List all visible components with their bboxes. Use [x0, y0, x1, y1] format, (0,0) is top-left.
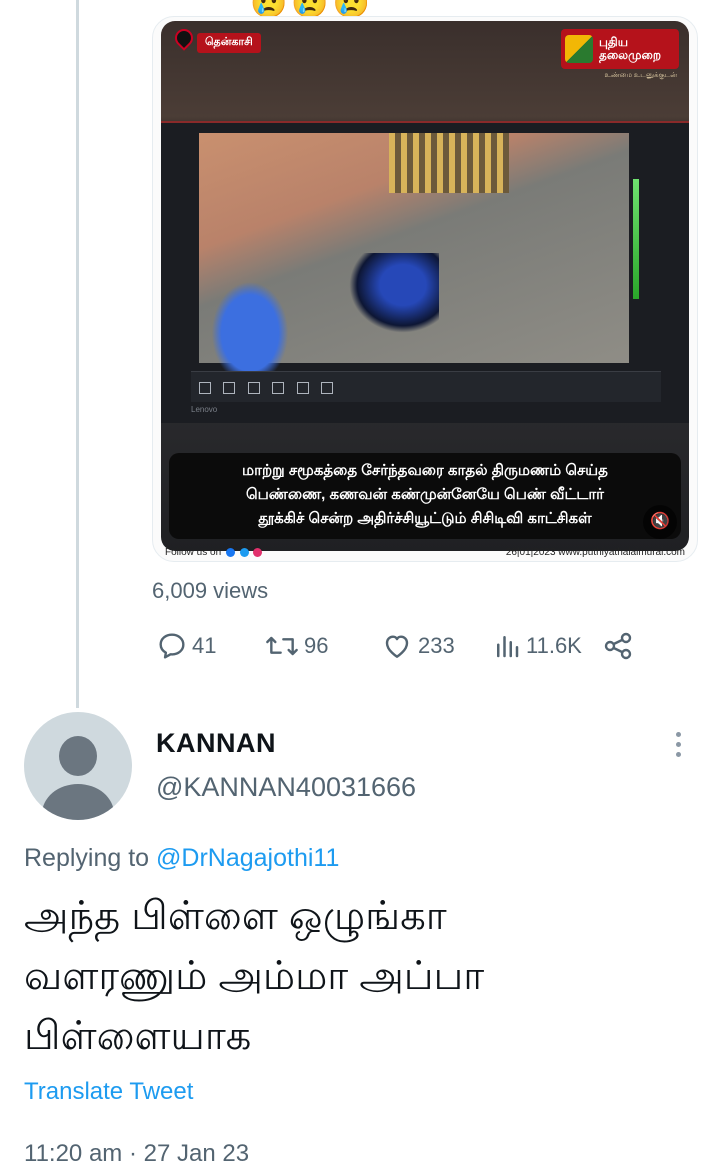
tweet-media-video[interactable]: தென்காசி புதிய தலைமுறை உண்மை உடனுக்குடன்: [152, 16, 698, 562]
replying-to: Replying to @DrNagajothi11: [24, 844, 339, 873]
channel-tagline: உண்மை உடனுக்குடன்: [604, 72, 677, 79]
channel-logo-text: புதிய தலைமுறை: [599, 36, 661, 62]
gate: [389, 133, 509, 193]
replying-prefix: Replying to: [24, 844, 157, 872]
more-icon: [676, 732, 681, 737]
ctl-icon: [272, 382, 285, 394]
thread-line: [76, 0, 79, 708]
retweet-count: 96: [304, 633, 329, 658]
twitter-icon: [239, 547, 249, 557]
motorbike: [349, 253, 439, 333]
analytics-button[interactable]: 11.6K: [492, 630, 582, 662]
more-icon: [676, 752, 681, 757]
caption-line: மாற்று சமூகத்தை சேர்ந்தவரை காதல் திருமணம…: [242, 462, 608, 479]
display-name[interactable]: KANNAN: [156, 728, 276, 759]
website-url: www.puthiyathalaimurai.com: [558, 547, 685, 558]
analytics-icon: [492, 630, 522, 662]
location-tag: தென்காசி: [197, 33, 261, 53]
retweet-icon: [264, 630, 300, 662]
reply-icon: [156, 630, 188, 662]
translate-tweet-link[interactable]: Translate Tweet: [24, 1078, 193, 1106]
cctv-controls: [191, 371, 661, 402]
tweet-text: அந்த பிள்ளை ஒழுங்கா வளரணும் அம்மா அப்பா …: [24, 886, 684, 1066]
caption-line: தூக்கிச் சென்ற அதிர்ச்சியூட்டும் சிசிடிவ…: [258, 510, 592, 527]
reply-count: 41: [192, 633, 217, 658]
tweet-timestamp[interactable]: 11:20 am · 27 Jan 23: [24, 1140, 249, 1168]
tweet-actions: 41 96 233 11.6K: [152, 630, 652, 666]
channel-logo: புதிய தலைமுறை: [561, 29, 679, 69]
reply-button[interactable]: 41: [156, 630, 216, 662]
facebook-icon: [225, 547, 235, 557]
person: [205, 273, 295, 373]
video-caption: மாற்று சமூகத்தை சேர்ந்தவரை காதல் திருமணம…: [169, 453, 681, 539]
mute-button[interactable]: 🔇: [643, 505, 677, 539]
channel-logo-mark: [565, 35, 593, 63]
more-options-button[interactable]: [676, 732, 684, 762]
replying-mention-link[interactable]: @DrNagajothi11: [156, 844, 339, 872]
ctl-icon: [321, 382, 334, 394]
follow-text-group: Follow us on: [165, 547, 263, 558]
avatar-head: [59, 736, 97, 776]
tweet-text-line: வளரணும் அம்மா அப்பா: [24, 954, 485, 998]
audio-meter: [633, 179, 639, 299]
footer-right: 26|01|2023 www.puthiyathalaimurai.com: [506, 547, 685, 558]
like-count: 233: [418, 633, 455, 658]
retweet-button[interactable]: 96: [264, 630, 328, 662]
location-pin-icon: [171, 25, 197, 51]
media-footer: Follow us on 26|01|2023 www.puthiyathala…: [165, 547, 685, 558]
more-icon: [676, 742, 681, 747]
analytics-count: 11.6K: [526, 633, 582, 658]
channel-name-line1: புதிய: [599, 35, 629, 49]
avatar-body: [42, 784, 114, 820]
ctl-icon: [296, 382, 309, 394]
ctl-icon: [223, 382, 236, 394]
like-button[interactable]: 233: [380, 630, 455, 662]
monitor-brand: Lenovo: [191, 405, 218, 414]
caption-line: பெண்ணை, கணவன் கண்முன்னேயே பெண் வீட்டார்: [245, 486, 605, 503]
user-handle[interactable]: @KANNAN40031666: [156, 772, 416, 803]
channel-name-line2: தலைமுறை: [599, 48, 661, 62]
ctl-icon: [199, 382, 211, 394]
share-icon: [602, 630, 634, 662]
ctl-icon: [247, 382, 260, 394]
view-count: 6,009 views: [152, 578, 269, 603]
instagram-icon: [253, 547, 263, 557]
mute-icon: 🔇: [650, 513, 670, 530]
avatar[interactable]: [24, 712, 132, 820]
cctv-scene: [199, 133, 629, 373]
video-frame: தென்காசி புதிய தலைமுறை உண்மை உடனுக்குடன்: [161, 21, 689, 551]
like-icon: [380, 630, 414, 662]
share-button[interactable]: [602, 630, 634, 662]
cctv-footage: Lenovo: [161, 121, 689, 423]
tweet-text-line: பிள்ளையாக: [24, 1014, 252, 1058]
follow-text: Follow us on: [165, 547, 222, 558]
tweet-text-line: அந்த பிள்ளை ஒழுங்கா: [24, 894, 447, 938]
broadcast-date: 26|01|2023: [505, 547, 556, 558]
